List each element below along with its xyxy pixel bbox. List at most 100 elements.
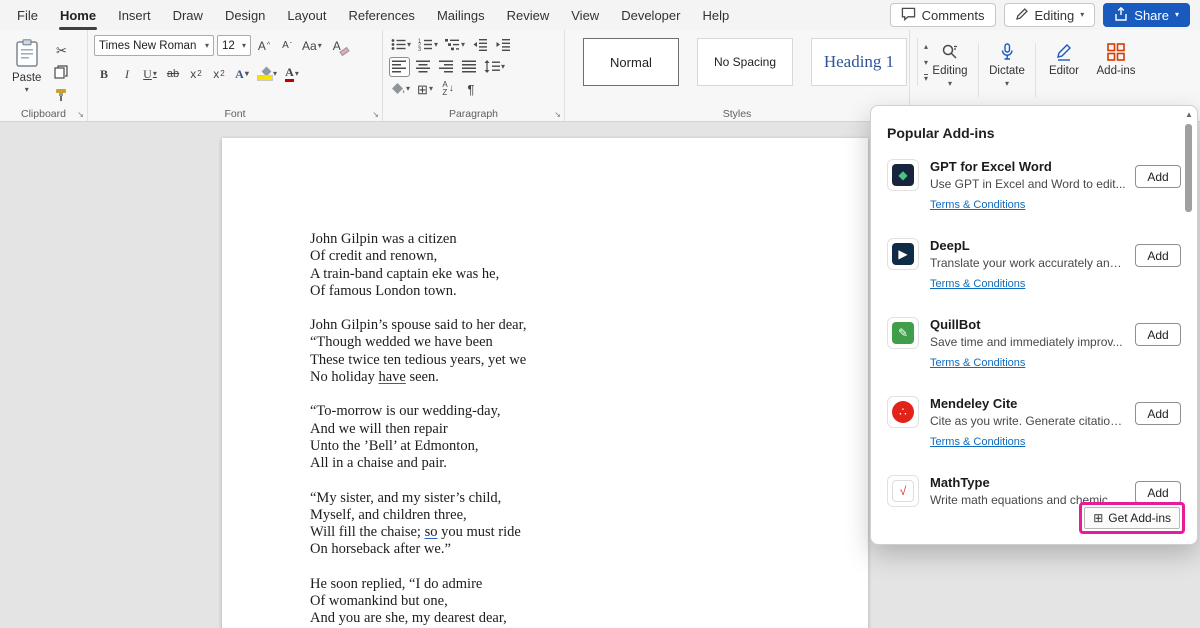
editing-mode-button[interactable]: Editing ▾ [1004,3,1096,27]
chevron-down-icon: ▾ [1080,11,1084,19]
tab-mailings[interactable]: Mailings [426,0,496,30]
addins-scrollbar[interactable]: ▲ [1183,110,1195,488]
tab-insert[interactable]: Insert [107,0,162,30]
dialog-launcher-icon[interactable]: ↘ [554,110,561,119]
tab-home[interactable]: Home [49,0,107,30]
mendeley-logo-icon: ∴ [892,401,914,423]
share-icon [1114,7,1128,24]
terms-link[interactable]: Terms & Conditions [930,278,1025,290]
terms-link[interactable]: Terms & Conditions [930,357,1025,369]
show-paragraph-marks-button[interactable]: ¶ [461,79,481,99]
poem-line: “Though wedded we have been [310,334,868,351]
shading-button[interactable]: ▾ [389,79,412,99]
editing-button[interactable]: Editing ▾ [924,35,976,88]
style-label: Normal [610,55,652,70]
grammar-underline: have [378,369,405,385]
subscript-button[interactable]: x2 [186,64,206,84]
addin-description: Use GPT in Excel and Word to edit... [930,177,1126,191]
italic-button[interactable]: I [117,64,137,84]
tab-view[interactable]: View [560,0,610,30]
tab-draw[interactable]: Draw [162,0,214,30]
tab-help[interactable]: Help [691,0,740,30]
addin-item-gpt-for-excel-word: ◆GPT for Excel WordUse GPT in Excel and … [871,151,1197,221]
comments-button[interactable]: Comments [890,3,996,27]
poem-line: “My sister, and my sister’s child, [310,490,868,507]
addins-panel-title: Popular Add-ins [871,106,1197,151]
poem-line: John Gilpin’s spouse said to her dear, [310,317,868,334]
terms-link[interactable]: Terms & Conditions [930,436,1025,448]
align-right-button[interactable] [436,57,456,77]
dialog-launcher-icon[interactable]: ↘ [77,110,84,119]
underline-button[interactable]: U▾ [140,64,160,84]
editor-button[interactable]: Editor [1038,35,1090,77]
increase-indent-button[interactable] [493,35,513,55]
add-button-quillbot[interactable]: Add [1135,323,1181,346]
copy-button[interactable] [51,64,71,82]
poem-line: Unto the ’Bell’ at Edmonton, [310,438,868,455]
superscript-button[interactable]: x2 [209,64,229,84]
highlight-color-button[interactable]: ▾ [255,64,279,84]
deepl-logo-icon: ▶ [892,243,914,265]
paste-button[interactable]: Paste ▾ [6,35,47,105]
change-case-button[interactable]: Aa▾ [300,36,324,56]
addin-name: DeepL [930,238,1126,253]
get-addins-button[interactable]: ⊞ Get Add-ins [1084,507,1180,529]
add-button-mendeley-cite[interactable]: Add [1135,402,1181,425]
format-painter-icon [54,88,68,104]
add-button-deepl[interactable]: Add [1135,244,1181,267]
dialog-launcher-icon[interactable]: ↘ [372,110,379,119]
style-label: Heading 1 [824,52,894,72]
style-heading-1[interactable]: Heading 1 [811,38,907,86]
decrease-indent-button[interactable] [470,35,490,55]
align-center-button[interactable] [413,57,433,77]
document-page[interactable]: John Gilpin was a citizenOf credit and r… [222,138,868,628]
scrollbar-thumb[interactable] [1185,124,1192,212]
scroll-up-icon[interactable]: ▲ [1183,110,1195,119]
add-button-mathtype[interactable]: Add [1135,481,1181,504]
styles-gallery: Normal No Spacing Heading 1 [571,38,907,86]
text-effects-button[interactable]: A▾ [232,64,252,84]
line-spacing-button[interactable]: ▾ [482,57,507,77]
addin-description: Cite as you write. Generate citation... [930,414,1126,428]
strikethrough-button[interactable]: ab [163,64,183,84]
sort-button[interactable]: AZ↓ [438,79,458,99]
tab-references[interactable]: References [337,0,425,30]
dictate-button[interactable]: Dictate ▾ [981,35,1033,88]
shrink-font-button[interactable]: Aˇ [277,36,297,56]
justify-button[interactable] [459,57,479,77]
style-no-spacing[interactable]: No Spacing [697,38,793,86]
scissors-icon: ✂ [56,44,67,57]
terms-link[interactable]: Terms & Conditions [930,199,1025,211]
add-button-gpt-for-excel-word[interactable]: Add [1135,165,1181,188]
style-normal[interactable]: Normal [583,38,679,86]
tab-layout[interactable]: Layout [276,0,337,30]
font-size-select[interactable]: 12 ▾ [217,35,251,56]
tab-review[interactable]: Review [496,0,561,30]
paste-label: Paste [12,72,41,84]
bullet-list-icon [391,38,406,53]
addins-list: ◆GPT for Excel WordUse GPT in Excel and … [871,151,1197,523]
bullets-button[interactable]: ▾ [389,35,413,55]
share-button[interactable]: Share ▾ [1103,3,1190,27]
copy-icon [54,65,68,81]
multilevel-list-button[interactable]: ▾ [443,35,467,55]
tab-design[interactable]: Design [214,0,276,30]
clear-formatting-button[interactable]: A [327,36,347,56]
poem-line: John Gilpin was a citizen [310,231,868,248]
font-color-button[interactable]: A▾ [282,64,302,84]
bold-button[interactable]: B [94,64,114,84]
addins-button[interactable]: Add-ins [1090,35,1142,77]
tab-file[interactable]: File [6,0,49,30]
paragraph-group: ▾ 123▾ ▾ ▾ ▾ ⊞▾ AZ↓ ¶ Paragraph ↘ [383,30,565,121]
poem-stanza: “My sister, and my sister’s child,Myself… [310,490,868,559]
numbering-button[interactable]: 123▾ [416,35,440,55]
format-painter-button[interactable] [51,87,71,105]
svg-text:3: 3 [418,46,421,50]
align-left-button[interactable] [389,57,410,77]
mathtype-logo-icon: √ [892,480,914,502]
tab-developer[interactable]: Developer [610,0,691,30]
grow-font-button[interactable]: A^ [254,36,274,56]
cut-button[interactable]: ✂ [51,41,71,59]
font-family-select[interactable]: Times New Roman ▾ [94,35,214,56]
borders-button[interactable]: ⊞▾ [415,79,435,99]
